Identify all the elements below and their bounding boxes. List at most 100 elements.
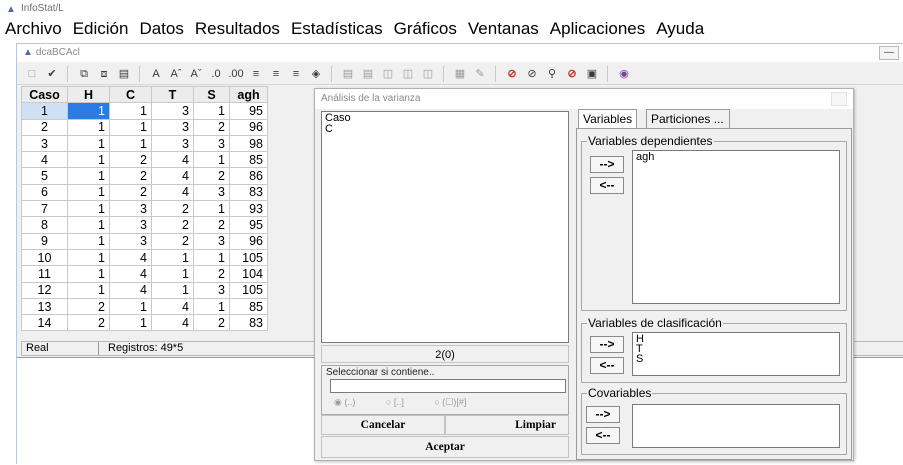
table-cell[interactable]: 1	[109, 118, 152, 136]
stop-filter-icon[interactable]: ⊘	[503, 65, 521, 83]
table-cell[interactable]: 2	[193, 118, 230, 136]
clear-filter-icon[interactable]: ⊘	[563, 65, 581, 83]
table-cell[interactable]: 2	[151, 200, 194, 218]
window-icon-small[interactable]: ▣	[583, 65, 601, 83]
table-cell[interactable]: 1	[67, 232, 110, 250]
align-left-icon[interactable]: ≡	[247, 65, 265, 83]
table-cell[interactable]: 1	[151, 265, 194, 283]
table-cell[interactable]: 1	[67, 281, 110, 299]
table-cell[interactable]: 4	[151, 297, 194, 316]
table-cell[interactable]: 4	[109, 265, 152, 283]
source-variable-list[interactable]: Caso C	[321, 111, 569, 343]
table-cell[interactable]: 1	[109, 314, 152, 332]
classification-variables-list[interactable]: H T S	[632, 332, 840, 376]
table-cell[interactable]: 1	[193, 248, 230, 267]
table-cell[interactable]: 86	[229, 167, 268, 185]
table-cell[interactable]: 2	[109, 183, 152, 202]
table-cell[interactable]: 3	[193, 232, 230, 250]
table-cell[interactable]: 2	[193, 314, 230, 332]
row-header[interactable]: 12	[21, 281, 68, 299]
list-item[interactable]: agh	[636, 152, 836, 163]
table-cell[interactable]: 95	[229, 216, 268, 234]
list-item[interactable]: Caso	[325, 113, 565, 124]
table-cell[interactable]: 1	[67, 216, 110, 234]
table-cell[interactable]: 1	[151, 281, 194, 299]
table-cell[interactable]: 1	[109, 297, 152, 316]
row-header[interactable]: 13	[21, 297, 68, 316]
table-cell[interactable]: 96	[229, 232, 268, 250]
row-header[interactable]: 14	[21, 314, 68, 332]
list-item[interactable]: C	[325, 124, 565, 135]
remove-covariate-button[interactable]: <--	[586, 427, 620, 444]
filter-option-brackets[interactable]: ○ [..]	[386, 397, 418, 407]
table-cell[interactable]: 4	[151, 314, 194, 332]
table-cell[interactable]: 2	[109, 151, 152, 169]
column-header-caso[interactable]: Caso	[21, 85, 68, 104]
table-cell[interactable]: 1	[67, 183, 110, 202]
table-cell[interactable]: 1	[67, 200, 110, 218]
delete-column-icon[interactable]: ◫	[419, 65, 437, 83]
menu-ventanas[interactable]: Ventanas	[468, 19, 539, 38]
fill-color-icon[interactable]: ◈	[307, 65, 325, 83]
decrease-decimals-icon[interactable]: .00	[227, 65, 245, 83]
accept-button[interactable]: Aceptar	[321, 436, 569, 458]
table-cell[interactable]: 85	[229, 297, 268, 316]
table-cell[interactable]: 1	[151, 248, 194, 267]
row-header[interactable]: 3	[21, 134, 68, 153]
column-icon[interactable]: ◫	[399, 65, 417, 83]
table-cell[interactable]: 2	[151, 232, 194, 250]
cancel-button[interactable]: Cancelar	[321, 415, 445, 435]
row-header[interactable]: 8	[21, 216, 68, 234]
dependent-variables-list[interactable]: agh	[632, 150, 840, 304]
table-cell[interactable]: 1	[67, 118, 110, 136]
font-shrink-icon[interactable]: Aˇ	[187, 65, 205, 83]
row-header[interactable]: 7	[21, 200, 68, 218]
add-dependent-button[interactable]: -->	[590, 156, 624, 173]
menu-estadisticas[interactable]: Estadísticas	[291, 19, 383, 38]
table-cell[interactable]: 93	[229, 200, 268, 218]
filter-option-parentheses[interactable]: ◉ (..)	[334, 397, 369, 407]
dialog-close-button[interactable]	[831, 92, 847, 106]
row-header[interactable]: 5	[21, 167, 68, 185]
table-cell[interactable]: 1	[193, 200, 230, 218]
table-cell[interactable]: 3	[193, 183, 230, 202]
table-cell[interactable]: 2	[193, 265, 230, 283]
table-cell[interactable]: 1	[67, 134, 110, 153]
table-cell[interactable]: 105	[229, 248, 268, 267]
row-header[interactable]: 2	[21, 118, 68, 136]
column-header-s[interactable]: S	[193, 85, 230, 104]
delete-row-icon[interactable]: ▤	[359, 65, 377, 83]
filter-option-other[interactable]: ○ (☐)[#]	[434, 397, 480, 407]
search-filter-icon[interactable]: ⚲	[543, 65, 561, 83]
tab-variables[interactable]: Variables	[578, 109, 638, 129]
table-cell[interactable]: 3	[151, 102, 194, 120]
font-grow-icon[interactable]: Aˆ	[167, 65, 185, 83]
table-cell[interactable]: 1	[67, 151, 110, 169]
table-cell[interactable]: 4	[151, 151, 194, 169]
filter-icon[interactable]: ⊘	[523, 65, 541, 83]
table-cell[interactable]: 105	[229, 281, 268, 299]
increase-decimals-icon[interactable]: .0	[207, 65, 225, 83]
table-cell[interactable]: 3	[151, 134, 194, 153]
table-icon[interactable]: ▦	[451, 65, 469, 83]
table-cell[interactable]: 1	[193, 297, 230, 316]
column-header-t[interactable]: T	[151, 85, 194, 104]
table-cell[interactable]: 1	[193, 151, 230, 169]
table-cell[interactable]: 4	[151, 183, 194, 202]
list-item[interactable]: H	[636, 334, 836, 345]
menu-aplicaciones[interactable]: Aplicaciones	[550, 19, 645, 38]
table-cell[interactable]: 1	[67, 265, 110, 283]
row-header[interactable]: 4	[21, 151, 68, 169]
add-covariate-button[interactable]: -->	[586, 406, 620, 423]
table-cell[interactable]: 2	[67, 314, 110, 332]
list-item[interactable]: T	[636, 344, 836, 355]
menu-edicion[interactable]: Edición	[73, 19, 129, 38]
menu-datos[interactable]: Datos	[139, 19, 183, 38]
table-cell[interactable]: 1	[109, 134, 152, 153]
table-cell[interactable]: 4	[151, 167, 194, 185]
row-header[interactable]: 9	[21, 232, 68, 250]
column-header-c[interactable]: C	[109, 85, 152, 104]
table-cell[interactable]: 1	[67, 248, 110, 267]
table-cell[interactable]: 83	[229, 183, 268, 202]
row-header[interactable]: 11	[21, 265, 68, 283]
